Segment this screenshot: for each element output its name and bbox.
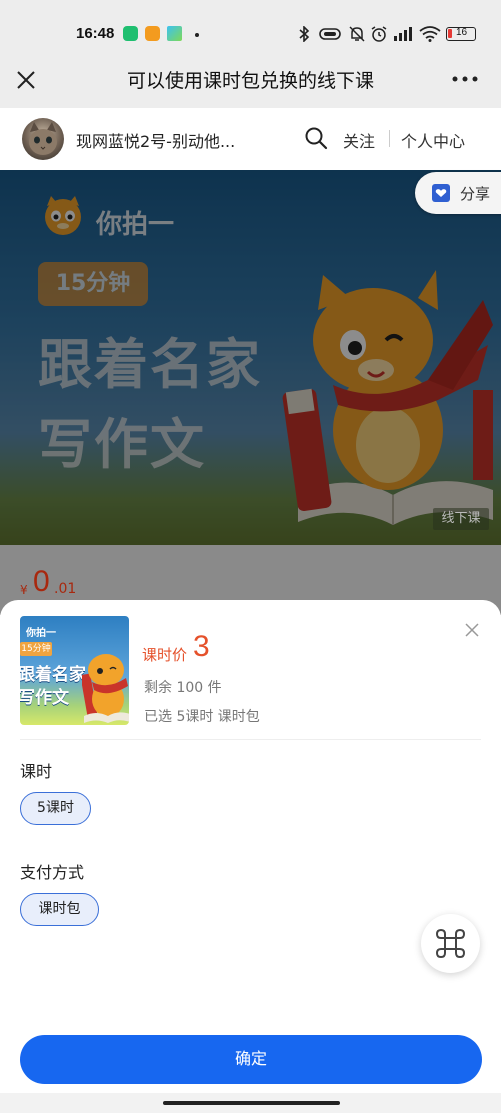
app-notification-icon [145, 26, 160, 41]
sku-selection-sheet: 你拍一 15分钟 跟着名家 写作文 课时价 3 剩余 100 件 已选 5课时 … [0, 600, 501, 1093]
signal-icon [394, 27, 412, 41]
selected-summary: 已选 5课时 课时包 [144, 709, 260, 725]
share-icon [432, 184, 450, 202]
mute-bell-icon [349, 26, 365, 42]
personal-center-link[interactable]: 个人中心 [401, 128, 465, 152]
alarm-icon [371, 26, 387, 42]
vibrate-icon [319, 28, 341, 40]
more-dots-icon[interactable] [452, 76, 478, 82]
divider [20, 739, 481, 740]
section-label-payment: 支付方式 [20, 863, 85, 882]
home-indicator[interactable] [163, 1101, 340, 1105]
thumb-tiger-icon [82, 654, 129, 723]
thumb-logo-text: 你拍一 [26, 628, 56, 639]
course-banner-image: 你拍一 15分钟 跟着名家 写作文 线下课 [0, 170, 501, 545]
command-icon [435, 928, 466, 959]
section-label-hours: 课时 [20, 762, 53, 781]
product-thumbnail: 你拍一 15分钟 跟着名家 写作文 [20, 616, 129, 725]
close-icon[interactable] [464, 622, 480, 638]
overlay-dim [0, 170, 501, 545]
price-currency: ¥ [20, 583, 28, 597]
divider [389, 130, 390, 147]
battery-level-text: 16 [456, 27, 468, 38]
app-notification-icon [123, 26, 138, 41]
price-decimal: .01 [54, 581, 77, 597]
status-bar: 16:48 16 [0, 0, 501, 60]
floating-menu-button[interactable] [421, 914, 480, 973]
thumb-duration-badge: 15分钟 [20, 642, 52, 656]
share-button[interactable]: 分享 [415, 172, 501, 214]
cat-avatar-image [29, 122, 57, 155]
lesson-price-label: 课时价 [142, 646, 188, 664]
follow-button[interactable]: 关注 [343, 128, 375, 152]
lesson-price-value: 3 [193, 630, 210, 663]
status-time: 16:48 [76, 25, 115, 42]
share-label: 分享 [460, 185, 491, 203]
offline-course-tag: 线下课 [433, 508, 489, 530]
page-title: 可以使用课时包兑换的线下课 [126, 70, 374, 92]
more-notifications-dot [195, 33, 199, 37]
shop-header: 现网蓝悦2号-别动他... 关注 个人中心 [0, 108, 501, 170]
title-bar: 可以使用课时包兑换的线下课 [0, 60, 501, 108]
price-integer: 0 [33, 565, 50, 598]
option-chip-5-hours[interactable]: 5课时 [20, 792, 91, 825]
app-notification-icon [167, 26, 182, 41]
shop-avatar[interactable] [22, 118, 64, 160]
battery-level-fill [448, 29, 452, 38]
bluetooth-icon [299, 26, 310, 42]
thumb-title-line2: 写作文 [20, 688, 69, 708]
option-chip-lesson-package[interactable]: 课时包 [20, 893, 99, 926]
search-icon[interactable] [304, 126, 328, 150]
thumb-title-line1: 跟着名家 [20, 665, 86, 685]
stock-remaining: 剩余 100 件 [144, 680, 222, 696]
battery-icon: 16 [446, 27, 476, 41]
shop-name[interactable]: 现网蓝悦2号-别动他... [76, 128, 235, 152]
wifi-icon [419, 26, 441, 42]
confirm-button[interactable]: 确定 [20, 1035, 482, 1084]
